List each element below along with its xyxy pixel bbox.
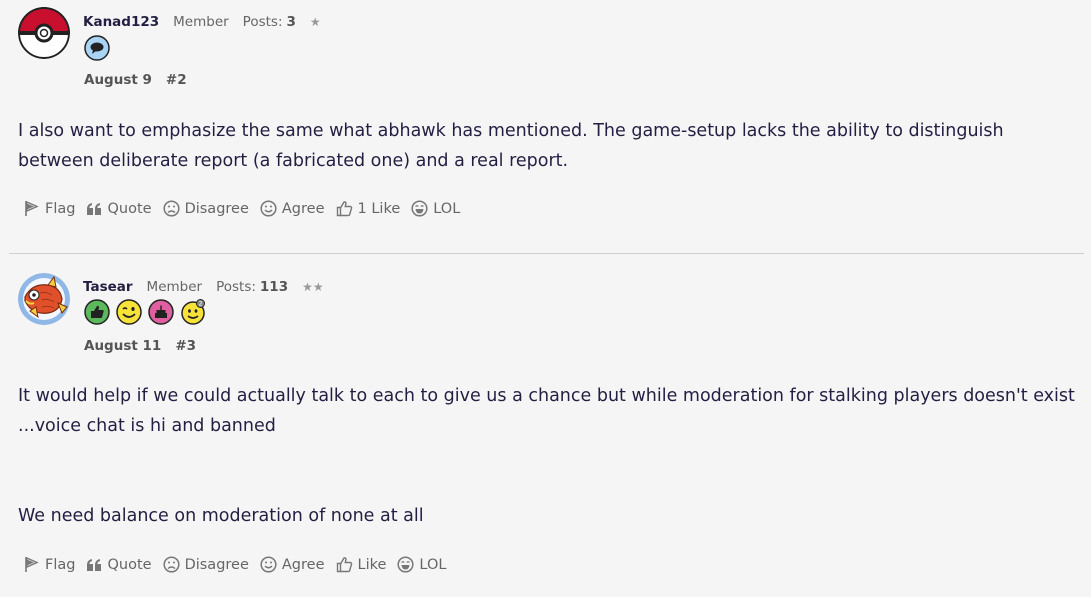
magikarp-avatar-icon [18,273,70,325]
frown-icon [163,556,180,573]
disagree-button[interactable]: Disagree [163,200,249,217]
post-date[interactable]: August 9 [84,72,152,88]
smile-badge-icon[interactable]: 2 [180,299,206,325]
like-label: Like [357,556,387,573]
post-paragraph: I also want to emphasize the same what a… [18,121,1004,171]
avatar[interactable] [18,7,70,59]
reaction-bar: Flag Quote Disagree Agree Like LOL [23,556,457,573]
rank-stars: ★ [309,15,321,29]
disagree-button[interactable]: Disagree [163,556,249,573]
flag-label: Flag [45,556,76,573]
rank-stars: ★★ [302,280,324,294]
thumbs-up-badge-icon[interactable] [84,299,110,325]
post-date-line: August 11 #3 [84,338,196,354]
flag-button[interactable]: Flag [23,200,75,217]
disagree-label: Disagree [184,200,249,217]
comment-badge-icon[interactable] [84,35,110,61]
username[interactable]: Kanad123 [83,14,159,30]
smile-icon [260,200,277,217]
lol-button[interactable]: LOL [397,556,446,573]
post-2: Kanad123 Member Posts: 3 ★ August 9 #2 I… [0,0,1091,253]
posts-count: 3 [286,14,296,30]
lol-button[interactable]: LOL [411,200,460,217]
laugh-icon [411,200,428,217]
laugh-icon [397,556,414,573]
thumbs-up-icon [336,557,352,573]
like-button[interactable]: Like [336,556,387,573]
agree-label: Agree [281,200,325,217]
wink-badge-icon[interactable] [116,299,142,325]
svg-text:2: 2 [199,301,203,308]
agree-label: Agree [281,556,325,573]
smile-icon [260,556,277,573]
post-body: It would help if we could actually talk … [18,381,1078,531]
quote-icon [87,202,102,215]
user-role: Member [146,279,203,295]
like-label: 1 Like [357,200,401,217]
user-role: Member [173,14,229,30]
quote-button[interactable]: Quote [86,200,152,217]
flag-button[interactable]: Flag [23,556,75,573]
post-3: Tasear Member Posts: 113 ★★ 2 August 11 … [0,254,1091,597]
agree-button[interactable]: Agree [260,556,325,573]
post-number[interactable]: #2 [166,72,187,88]
post-number[interactable]: #3 [175,338,196,354]
lol-label: LOL [433,200,461,217]
posts-label: Posts: [216,279,256,295]
reaction-bar: Flag Quote Disagree Agree 1 Like LOL [23,200,471,217]
author-meta: Kanad123 Member Posts: 3 ★ [83,14,321,34]
username[interactable]: Tasear [83,279,133,295]
badge-row [84,35,110,63]
like-button[interactable]: 1 Like [336,200,401,217]
author-meta: Tasear Member Posts: 113 ★★ [83,279,324,299]
cake-badge-icon[interactable] [148,299,174,325]
flag-label: Flag [45,200,76,217]
post-body: I also want to emphasize the same what a… [18,116,1078,176]
post-paragraph: We need balance on moderation of none at… [18,506,424,526]
quote-button[interactable]: Quote [86,556,152,573]
post-date[interactable]: August 11 [84,338,161,354]
flag-icon [25,556,39,572]
thumbs-up-icon [336,201,352,217]
flag-icon [25,200,39,216]
posts-label: Posts: [242,14,283,30]
avatar[interactable] [18,273,70,325]
frown-icon [163,200,180,217]
posts-count: 113 [259,279,289,295]
agree-button[interactable]: Agree [260,200,325,217]
badge-row: 2 [84,299,206,327]
pokeball-avatar-icon [18,7,70,59]
quote-label: Quote [107,200,152,217]
disagree-label: Disagree [184,556,249,573]
post-date-line: August 9 #2 [84,72,187,88]
lol-label: LOL [419,556,447,573]
quote-label: Quote [107,556,152,573]
post-paragraph: It would help if we could actually talk … [18,386,1075,436]
quote-icon [87,558,102,571]
